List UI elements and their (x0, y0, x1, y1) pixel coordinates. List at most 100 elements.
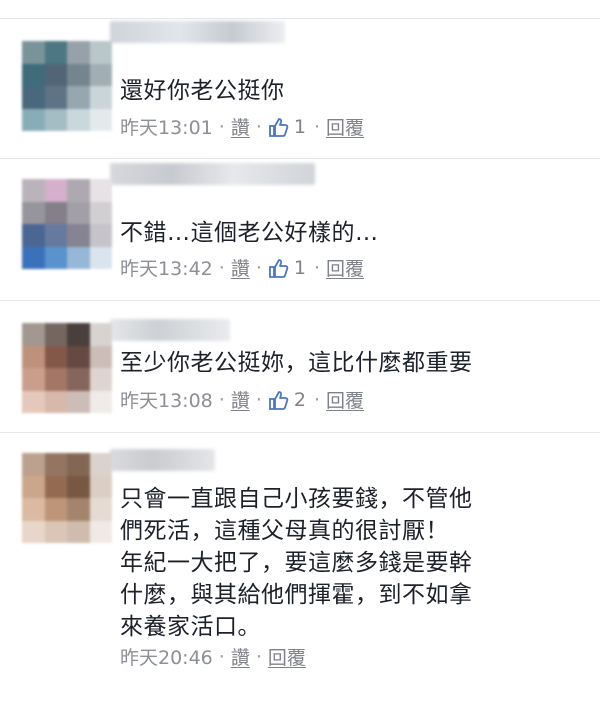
avatar-pixel (44, 475, 67, 498)
thumbs-up-icon[interactable] (268, 116, 290, 138)
comment-timestamp[interactable]: 昨天20:46 (120, 643, 213, 670)
avatar-pixel (89, 108, 112, 131)
avatar-pixel (89, 453, 112, 476)
comment-item: 還好你老公挺你 昨天13:01 · 讚 · 1 · 回覆 (0, 18, 600, 158)
avatar-pixel (44, 201, 67, 224)
avatar-pixel (67, 453, 90, 476)
avatar-pixel (89, 475, 112, 498)
avatar-pixel (22, 390, 45, 413)
avatar-pixel (44, 345, 67, 368)
commenter-avatar[interactable] (22, 453, 112, 543)
separator-dot: · (313, 388, 321, 411)
avatar-pixel (22, 224, 45, 247)
avatar-pixel (89, 323, 112, 346)
avatar-pixel (22, 63, 45, 86)
reply-button[interactable]: 回覆 (326, 113, 364, 140)
avatar-pixel (44, 498, 67, 521)
avatar-pixel (22, 345, 45, 368)
avatar-pixel (22, 520, 45, 543)
avatar-pixel (89, 368, 112, 391)
avatar-pixel (89, 201, 112, 224)
avatar-pixel (67, 179, 90, 202)
avatar-pixel (67, 201, 90, 224)
avatar-pixel (44, 179, 67, 202)
separator-dot: · (255, 645, 262, 668)
avatar-pixel (22, 108, 45, 131)
commenter-avatar[interactable] (22, 179, 112, 269)
avatar-pixel (44, 368, 67, 391)
like-count[interactable]: 1 (294, 116, 306, 138)
avatar-pixel (67, 345, 90, 368)
separator-dot: · (218, 645, 225, 668)
avatar-pixel (67, 475, 90, 498)
reply-button[interactable]: 回覆 (268, 643, 306, 670)
avatar-pixel (44, 41, 67, 64)
reply-button[interactable]: 回覆 (326, 386, 364, 413)
commenter-name-blurred[interactable] (110, 163, 315, 185)
commenter-avatar[interactable] (22, 41, 112, 131)
avatar-pixel (22, 179, 45, 202)
avatar-pixel (89, 41, 112, 64)
comment-timestamp[interactable]: 昨天13:42 (120, 254, 213, 281)
like-button[interactable]: 讚 (231, 254, 250, 281)
commenter-name-blurred[interactable] (110, 21, 285, 43)
avatar-pixel (67, 368, 90, 391)
comment-text: 不錯…這個老公好樣的… (120, 220, 379, 246)
avatar-pixel (22, 86, 45, 109)
commenter-name-blurred[interactable] (110, 449, 215, 471)
commenter-avatar[interactable] (22, 323, 112, 413)
avatar-pixel (67, 63, 90, 86)
reply-button[interactable]: 回覆 (326, 254, 364, 281)
avatar-pixel (89, 498, 112, 521)
avatar-pixel (67, 323, 90, 346)
avatar-pixel (22, 323, 45, 346)
comment-timestamp[interactable]: 昨天13:01 (120, 113, 213, 140)
separator-dot: · (218, 256, 225, 279)
avatar-pixel (22, 475, 45, 498)
comment-item: 只會一直跟自己小孩要錢，不管他 們死活，這種父母真的很討厭！ 年紀一大把了，要這… (0, 432, 600, 711)
like-button[interactable]: 讚 (231, 113, 250, 140)
like-count[interactable]: 1 (294, 257, 306, 279)
comment-meta: 昨天13:08 · 讚 · 2 · 回覆 (120, 386, 364, 413)
comment-text: 至少你老公挺妳，這比什麼都重要 (120, 350, 473, 376)
comment-timestamp[interactable]: 昨天13:08 (120, 386, 213, 413)
avatar-pixel (67, 108, 90, 131)
like-button[interactable]: 讚 (231, 643, 250, 670)
separator-dot: · (313, 256, 321, 279)
avatar-pixel (67, 520, 90, 543)
separator-dot: · (255, 388, 262, 411)
avatar-pixel (22, 201, 45, 224)
avatar-pixel (22, 453, 45, 476)
like-count[interactable]: 2 (294, 389, 306, 411)
avatar-pixel (89, 345, 112, 368)
avatar-pixel (89, 224, 112, 247)
avatar-pixel (44, 453, 67, 476)
avatar-pixel (89, 520, 112, 543)
avatar-pixel (89, 86, 112, 109)
comment-meta: 昨天20:46 · 讚 · 回覆 (120, 643, 306, 670)
avatar-pixel (67, 246, 90, 269)
thumbs-up-icon[interactable] (268, 257, 290, 279)
avatar-pixel (44, 108, 67, 131)
avatar-pixel (22, 41, 45, 64)
thumbs-up-icon[interactable] (268, 389, 290, 411)
commenter-name-blurred[interactable] (110, 319, 230, 341)
avatar-pixel (89, 179, 112, 202)
comment-meta: 昨天13:42 · 讚 · 1 · 回覆 (120, 254, 364, 281)
avatar-pixel (67, 41, 90, 64)
avatar-pixel (44, 63, 67, 86)
avatar-pixel (22, 246, 45, 269)
avatar-pixel (44, 246, 67, 269)
comment-meta: 昨天13:01 · 讚 · 1 · 回覆 (120, 113, 364, 140)
avatar-pixel (89, 63, 112, 86)
separator-dot: · (313, 115, 321, 138)
separator-dot: · (218, 115, 225, 138)
like-button[interactable]: 讚 (231, 386, 250, 413)
comment-item: 至少你老公挺妳，這比什麼都重要 昨天13:08 · 讚 · 2 · 回覆 (0, 300, 600, 432)
avatar-pixel (44, 86, 67, 109)
avatar-pixel (44, 390, 67, 413)
avatar-pixel (67, 224, 90, 247)
avatar-pixel (22, 498, 45, 521)
comment-list: 還好你老公挺你 昨天13:01 · 讚 · 1 · 回覆 不錯…這個老公好樣的…… (0, 0, 600, 711)
avatar-pixel (44, 323, 67, 346)
